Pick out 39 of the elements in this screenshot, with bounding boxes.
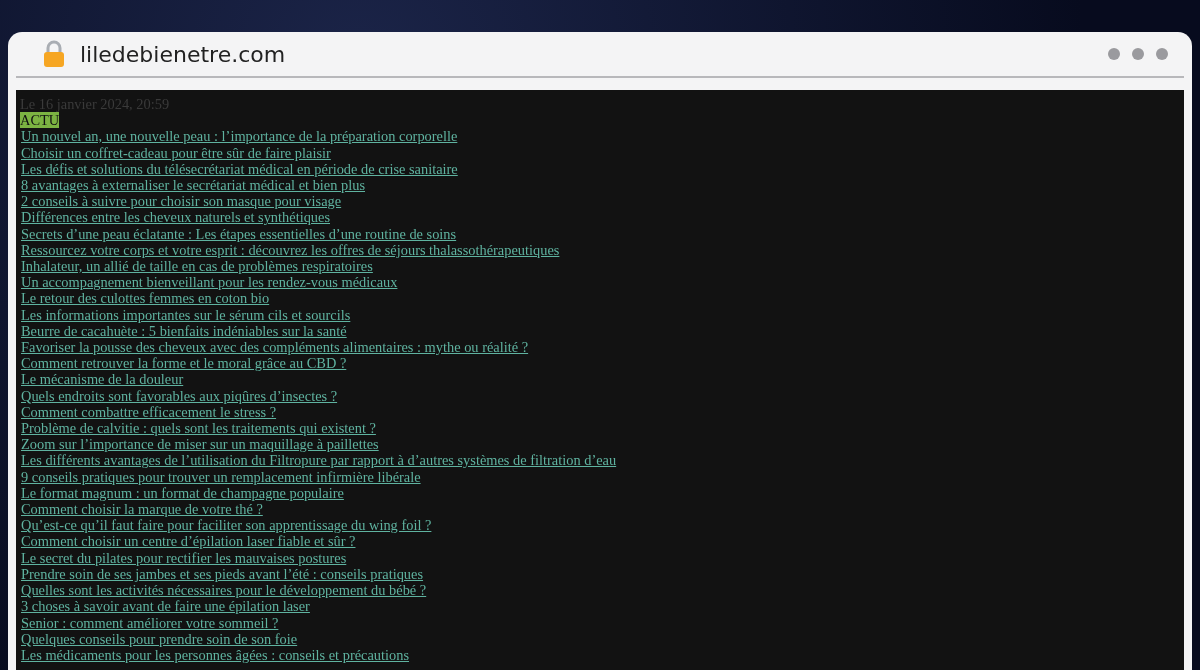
article-link[interactable]: Comment choisir la marque de votre thé ? <box>21 501 263 518</box>
article-link[interactable]: Comment retrouver la forme et le moral grâce au CBD ? <box>21 355 347 372</box>
article-link[interactable]: Les informations importantes sur le sérum cils et sourcils <box>21 306 351 323</box>
article-link[interactable]: Un nouvel an, une nouvelle peau : l’importance de la préparation corporelle <box>21 128 458 145</box>
article-link[interactable]: Le format magnum : un format de champagne populaire <box>21 484 344 501</box>
article-link[interactable]: Un accompagnement bienveillant pour les rendez-vous médicaux <box>21 274 398 291</box>
article-link[interactable]: Favoriser la pousse des cheveux avec des compléments alimentaires : mythe ou réalité ? <box>21 339 529 356</box>
article-link[interactable]: Secrets d’une peau éclatante : Les étapes essentielles d’une routine de soins <box>21 225 457 242</box>
article-link[interactable]: Zoom sur l’importance de miser sur un maquillage à paillettes <box>21 436 379 453</box>
article-link[interactable]: Quelles sont les activités nécessaires pour le développement du bébé ? <box>21 582 427 599</box>
article-link[interactable]: 2 conseils à suivre pour choisir son masque pour visage <box>21 193 342 210</box>
article-link[interactable]: Le retour des culottes femmes en coton bio <box>21 290 270 307</box>
article-link[interactable]: 9 conseils pratiques pour trouver un remplacement infirmière libérale <box>21 468 421 485</box>
article-link[interactable]: Quels endroits sont favorables aux piqûres d’insectes ? <box>21 387 338 404</box>
article-link[interactable]: Les défis et solutions du télésecrétariat médical en période de crise sanitaire <box>21 160 458 177</box>
article-link[interactable]: Problème de calvitie : quels sont les traitements qui existent ? <box>21 420 376 437</box>
article-link[interactable]: Le mécanisme de la douleur <box>21 371 184 388</box>
window-dot-icon <box>1132 48 1144 60</box>
window-dot-icon <box>1156 48 1168 60</box>
article-link[interactable]: Les médicaments pour les personnes âgées : conseils et précautions <box>21 646 410 663</box>
article-link[interactable]: Senior : comment améliorer votre sommeil ? <box>21 614 279 631</box>
article-link[interactable]: Les différents avantages de l’utilisation du Filtropure par rapport à d’autres systèmes de filtration d’eau <box>21 452 617 469</box>
address-text: liledebienetre.com <box>80 41 286 67</box>
article-link[interactable]: Choisir un coffret-cadeau pour être sûr de faire plaisir <box>21 144 331 161</box>
article-link[interactable]: 8 avantages à externaliser le secrétariat médical et bien plus <box>21 177 365 193</box>
padlock-icon <box>42 40 66 68</box>
article-link[interactable]: Différences entre les cheveux naturels et synthétiques <box>21 209 330 226</box>
article-link[interactable]: Prendre soin de ses jambes et ses pieds avant l’été : conseils pratiques <box>21 565 424 582</box>
article-link[interactable]: Inhalateur, un allié de taille en cas de problèmes respiratoires <box>21 258 373 275</box>
article-link[interactable]: Qu’est-ce qu’il faut faire pour faciliter son apprentissage du wing foil ? <box>21 517 432 534</box>
article-link[interactable]: Ressourcez votre corps et votre esprit : découvrez les offres de séjours thalassothérapeutiques <box>21 241 560 258</box>
article-link[interactable]: 3 choses à savoir avant de faire une épilation laser <box>21 598 310 615</box>
article-link[interactable]: Comment choisir un centre d’épilation laser fiable et sûr ? <box>21 533 356 550</box>
window-dot-icon <box>1108 48 1120 60</box>
article-link[interactable]: Beurre de cacahuète : 5 bienfaits indéniables sur la santé <box>21 322 347 339</box>
category-label: ACTU <box>20 112 60 129</box>
article-link[interactable]: Comment combattre efficacement le stress ? <box>21 403 277 420</box>
article-link[interactable]: Quelques conseils pour prendre soin de son foie <box>21 630 298 647</box>
article-link[interactable]: Le secret du pilates pour rectifier les mauvaises postures <box>21 549 347 566</box>
